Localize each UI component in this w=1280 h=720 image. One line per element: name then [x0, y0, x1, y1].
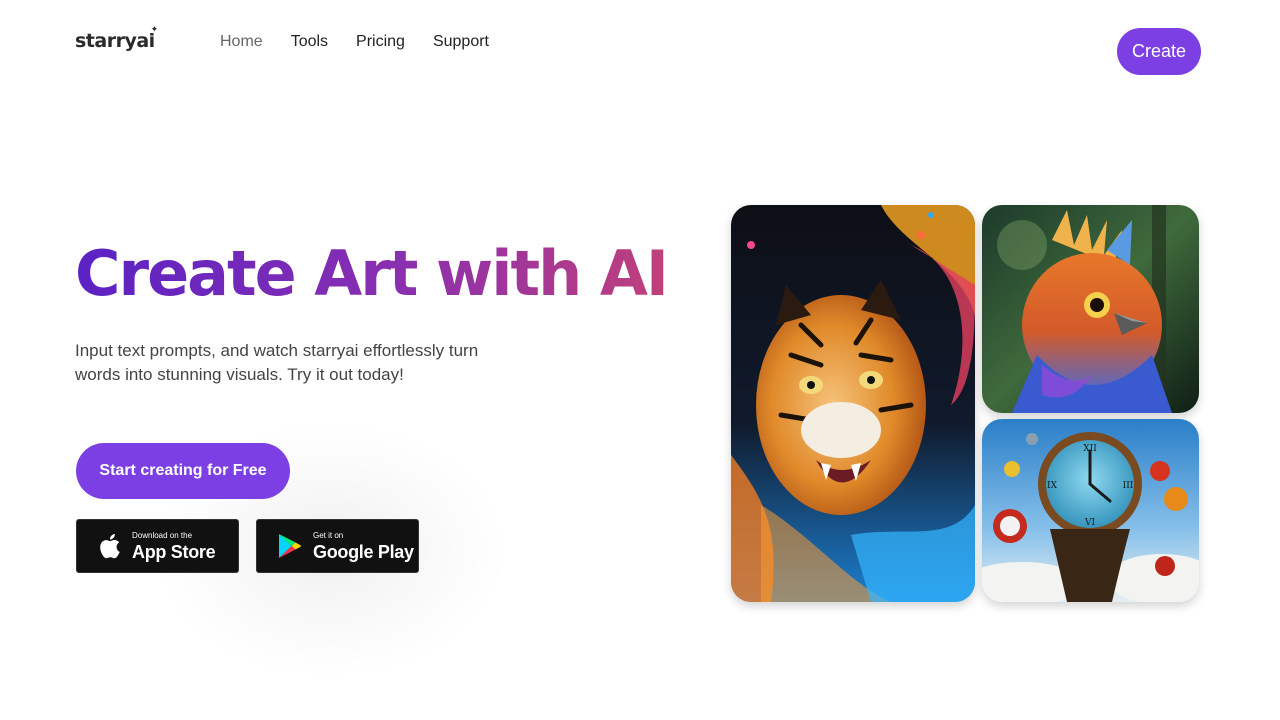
start-creating-button[interactable]: Start creating for Free [76, 443, 290, 499]
nav-home[interactable]: Home [220, 33, 263, 51]
app-store-label: App Store [132, 541, 216, 562]
nav-tools[interactable]: Tools [291, 33, 328, 51]
svg-text:VI: VI [1084, 518, 1095, 528]
logo-text: starryai [75, 30, 155, 52]
svg-text:XII: XII [1083, 444, 1097, 454]
main-nav: Home Tools Pricing Support [220, 33, 517, 51]
nav-pricing[interactable]: Pricing [356, 33, 405, 51]
google-play-button[interactable]: Get it on Google Play [256, 519, 419, 573]
melting-clock-artwork: XII III VI IX [982, 419, 1199, 602]
nav-support[interactable]: Support [433, 33, 489, 51]
bird-artwork [982, 205, 1199, 413]
hero-title: Create Art with AI [75, 237, 669, 310]
apple-icon [94, 531, 124, 561]
app-store-button[interactable]: Download on the App Store [76, 519, 239, 573]
logo[interactable]: starryai ✦ [75, 25, 158, 52]
google-play-small-text: Get it on [313, 530, 344, 540]
tiger-artwork [731, 205, 975, 602]
create-button[interactable]: Create [1117, 28, 1201, 75]
sparkle-icon: ✦ [150, 25, 159, 35]
hero-subtitle: Input text prompts, and watch starryai e… [75, 341, 479, 384]
app-store-small-text: Download on the [132, 530, 193, 540]
svg-text:IX: IX [1047, 481, 1058, 491]
svg-text:III: III [1123, 481, 1134, 491]
google-play-label: Google Play [313, 541, 414, 562]
google-play-icon [275, 531, 305, 561]
